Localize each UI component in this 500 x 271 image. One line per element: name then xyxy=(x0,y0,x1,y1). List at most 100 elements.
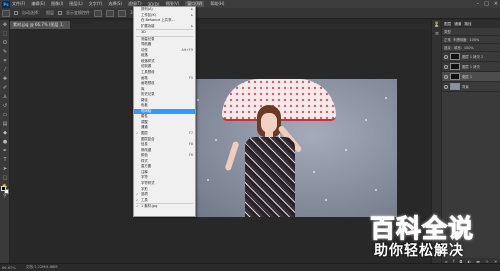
blur-tool-icon[interactable]: ◆ xyxy=(0,128,10,137)
document-info: 文档:1.22M/4.88M xyxy=(25,265,58,269)
menu-file[interactable]: 文件(F) xyxy=(12,1,25,7)
window-menu-item-shortcut: ▸ xyxy=(191,23,193,28)
menu-bar: Ps 文件(F) 编辑(E) 图像(I) 图层(L) 文字(Y) 选择(S) 滤… xyxy=(0,0,500,8)
snowflake xyxy=(345,149,347,151)
fill-value[interactable]: 100% xyxy=(464,46,474,50)
visibility-eye-icon[interactable] xyxy=(444,84,448,89)
layer-name: 背景 xyxy=(462,85,469,89)
snowflake xyxy=(365,119,367,121)
healing-tool-icon[interactable]: ✚ xyxy=(0,74,10,83)
layer-thumbnail xyxy=(450,73,460,80)
marquee-tool-icon[interactable]: ⬚ xyxy=(0,29,10,38)
window-menu-item-label: 扩展功能 xyxy=(141,23,155,28)
history-brush-tool-icon[interactable]: ↺ xyxy=(0,101,10,110)
lock-row: 锁定: 填充: 100% xyxy=(442,44,500,52)
tab-layers[interactable]: 图层 xyxy=(444,22,451,27)
menu-image[interactable]: 图像(I) xyxy=(51,1,63,7)
layer-thumbnail xyxy=(450,53,460,60)
align-right-icon[interactable] xyxy=(118,9,126,17)
auto-select-target[interactable]: 图层 xyxy=(46,10,54,16)
minimize-icon[interactable]: – xyxy=(477,1,480,7)
window-menu-item[interactable]: 3D xyxy=(134,30,195,36)
lasso-tool-icon[interactable]: ʘ xyxy=(0,38,10,47)
eyedropper-tool-icon[interactable]: ⁄ xyxy=(0,65,10,74)
menu-help[interactable]: 帮助(H) xyxy=(210,1,224,7)
brush-tool-icon[interactable]: ✐ xyxy=(0,83,10,92)
layer-name: 图层 1 xyxy=(462,75,473,79)
stamp-tool-icon[interactable]: ♙ xyxy=(0,92,10,101)
shape-tool-icon[interactable]: ▢ xyxy=(0,173,10,182)
options-bar: 自动选择： 图层 显示变换控件 3D 模式： xyxy=(0,8,500,19)
foreground-color-swatch[interactable] xyxy=(1,186,6,191)
window-controls: – □ × xyxy=(477,1,498,7)
window-menu-item-label: 工具 xyxy=(141,197,148,202)
blend-mode-select[interactable]: 正常 xyxy=(444,37,451,42)
left-arm xyxy=(224,140,240,172)
gradient-tool-icon[interactable]: ▤ xyxy=(0,119,10,128)
menu-select[interactable]: 选择(S) xyxy=(108,1,122,7)
snowflake xyxy=(197,99,199,101)
snowflake xyxy=(385,97,387,99)
path-select-tool-icon[interactable]: ➤ xyxy=(0,164,10,173)
window-menu-item[interactable]: 1 素材.jpg xyxy=(134,204,195,210)
zoom-level[interactable]: 66.67% xyxy=(2,266,16,270)
auto-select-checkbox[interactable] xyxy=(14,11,18,15)
opacity-value[interactable]: 100% xyxy=(470,38,480,42)
layer-thumbnail xyxy=(450,63,460,70)
layer-row[interactable]: 背景 xyxy=(442,82,500,92)
window-menu-item[interactable]: 工具 xyxy=(134,198,195,204)
snowflake xyxy=(325,199,327,201)
layer-name: 图层 1 拷贝 2 xyxy=(462,55,484,59)
move-tool-icon[interactable] xyxy=(2,9,10,17)
lock-label: 锁定: xyxy=(444,46,452,50)
dodge-tool-icon[interactable]: ● xyxy=(0,137,10,146)
document-image[interactable] xyxy=(185,79,397,217)
layer-thumbnail xyxy=(450,83,460,90)
status-bar: 66.67% 文档:1.22M/4.88M xyxy=(0,263,500,271)
menu-type[interactable]: 文字(Y) xyxy=(89,1,103,7)
snowflake xyxy=(215,139,217,141)
close-icon[interactable]: × xyxy=(494,1,498,7)
move-tool-icon[interactable]: ✥ xyxy=(0,20,10,29)
fill-label: 填充: xyxy=(453,46,462,50)
eraser-tool-icon[interactable]: ▭ xyxy=(0,110,10,119)
watermark-subtitle: 助你轻松解决 xyxy=(374,243,464,259)
document-tab-row xyxy=(10,21,430,29)
show-transform-checkbox[interactable] xyxy=(58,11,62,15)
window-menu-item-label: 1 素材.jpg xyxy=(141,204,158,209)
dress xyxy=(245,137,295,217)
show-transform-label: 显示变换控件 xyxy=(66,10,90,15)
layer-kind-filter[interactable]: 类型 xyxy=(444,29,451,34)
photoshop-logo: Ps xyxy=(2,0,10,8)
tab-channels[interactable]: 通道 xyxy=(454,22,461,27)
panel-tabs: 图层 通道 路径 xyxy=(442,20,500,28)
menu-edit[interactable]: 编辑(E) xyxy=(31,1,45,7)
snowflake xyxy=(313,171,315,173)
document-tab[interactable]: 素材.jpg @ 66.7% (图层 1, RGB/8) xyxy=(10,21,70,35)
visibility-eye-icon[interactable] xyxy=(444,64,448,69)
visibility-eye-icon[interactable] xyxy=(444,74,448,79)
quick-select-tool-icon[interactable]: ✎ xyxy=(0,47,10,56)
history-panel-icon[interactable]: ⌛ xyxy=(432,20,442,29)
properties-panel-icon[interactable]: ≡ xyxy=(432,29,442,38)
crop-tool-icon[interactable]: ⌗ xyxy=(0,56,10,65)
menu-layer[interactable]: 图层(L) xyxy=(69,1,82,7)
type-tool-icon[interactable]: T xyxy=(0,155,10,164)
blend-row: 正常 不透明度: 100% xyxy=(442,36,500,44)
window-menu-item-label: 3D xyxy=(141,30,146,35)
layer-filter-row: 类型 xyxy=(442,28,500,36)
layer-row-active[interactable]: 图层 1 xyxy=(442,72,500,82)
window-menu-dropdown: 排列(A) ▸ 工作区(K) ▸ 在 Behance 上共享... 扩展功能 ▸ 3D 测量记录… xyxy=(133,6,196,217)
layer-row[interactable]: 图层 1 拷贝 2 xyxy=(442,52,500,62)
tab-paths[interactable]: 路径 xyxy=(464,22,471,27)
layer-row[interactable]: 图层 1 拷贝 xyxy=(442,62,500,72)
pen-tool-icon[interactable]: ✒ xyxy=(0,146,10,155)
visibility-eye-icon[interactable] xyxy=(444,54,448,59)
tools-panel: ✥ ⬚ ʘ ✎ ⌗ ⁄ ✚ ✐ ♙ ↺ ▭ ▤ ◆ ● ✒ T ➤ ▢ ✋ ⚲ xyxy=(0,20,10,265)
align-left-icon[interactable] xyxy=(94,9,102,17)
layer-name: 图层 1 拷贝 xyxy=(462,65,480,69)
window-menu-item[interactable]: 扩展功能 ▸ xyxy=(134,24,195,30)
face xyxy=(261,113,277,133)
align-center-icon[interactable] xyxy=(106,9,114,17)
maximize-icon[interactable]: □ xyxy=(484,1,489,7)
